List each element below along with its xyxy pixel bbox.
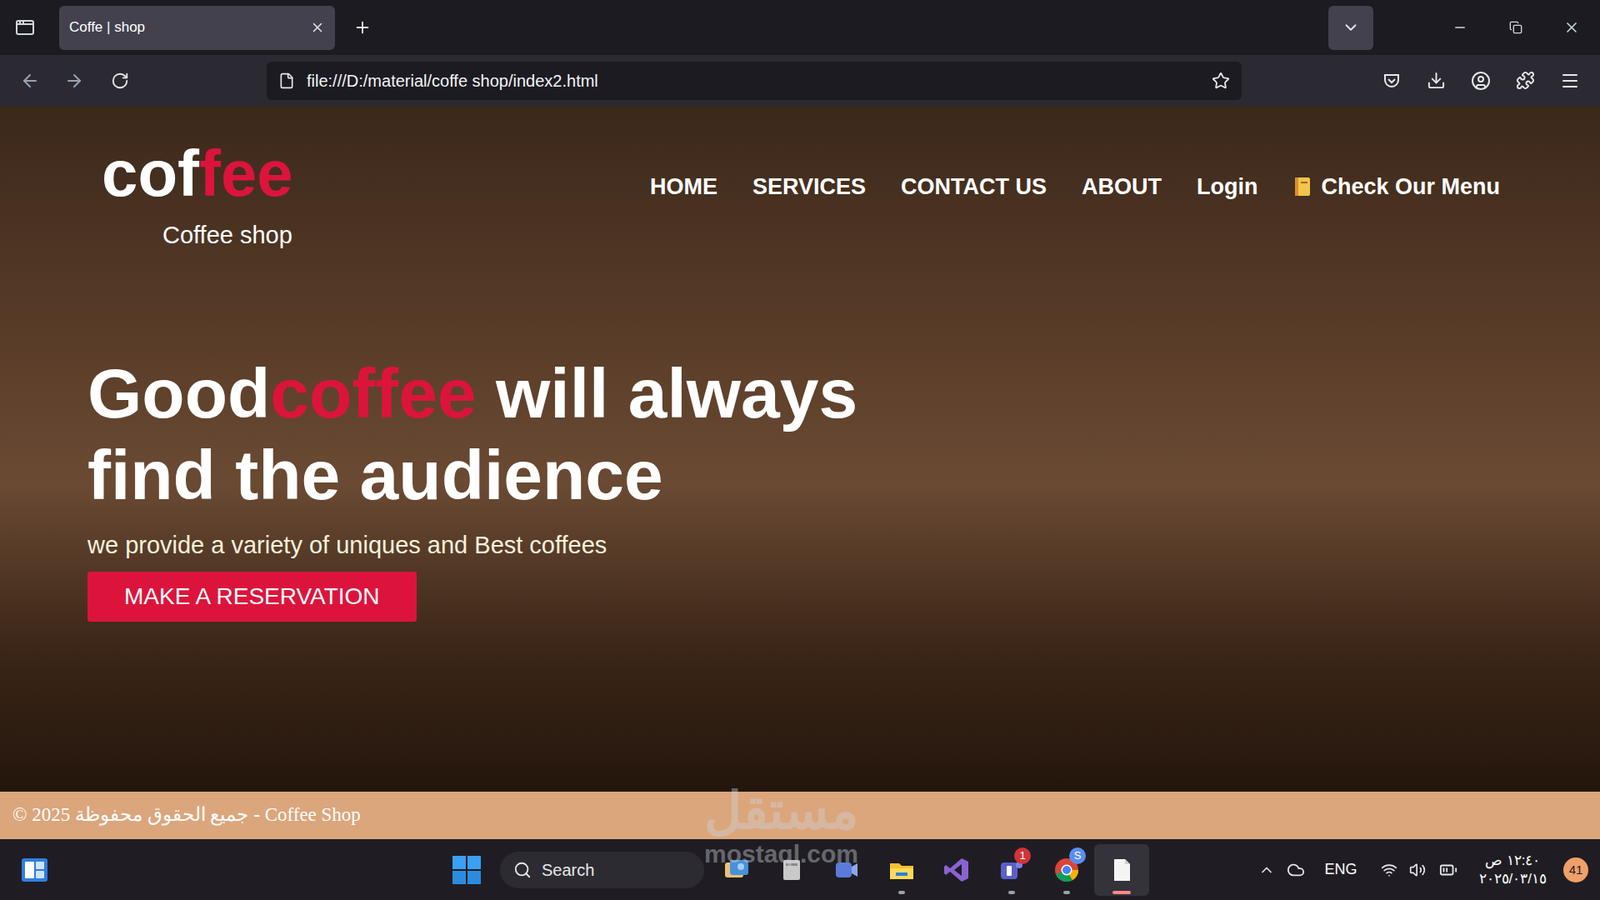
site-header: coffeeCoffee shopHOMESERVICESCONTACT USA… <box>0 105 1600 255</box>
screen: Coffe | shop file:///D:/material/coffe sh… <box>0 0 1600 900</box>
close-tab-icon[interactable] <box>310 20 325 35</box>
hero-subtitle: we provide a variety of uniques and Best… <box>87 530 607 560</box>
tab-overflow-button[interactable] <box>1328 5 1374 50</box>
clock-time: ١٢:٤٠ ص <box>1485 851 1540 870</box>
menu-link[interactable]: Check Our Menu <box>1292 172 1500 201</box>
navigation-bar: file:///D:/material/coffe shop/index2.ht… <box>0 55 1600 106</box>
new-tab-icon[interactable] <box>353 18 372 37</box>
tab-list-icon[interactable] <box>15 17 35 38</box>
clock-date: ٢٠٢٥/٠٣/١٥ <box>1479 870 1547 889</box>
reload-icon[interactable] <box>110 71 130 90</box>
app-badge: S <box>1069 847 1086 865</box>
show-hidden-icons-icon[interactable] <box>1258 861 1275 879</box>
running-indicator <box>1063 890 1070 895</box>
taskbar: Search 1 S ENG ١٢:٤٠ ص٢٠٢٥/٠٣/١٥ 41 <box>0 839 1600 900</box>
account-icon[interactable] <box>1470 70 1491 91</box>
meet-app-icon <box>832 855 861 885</box>
hero-content: Goodcoffee will always find the audience… <box>0 352 1600 622</box>
download-icon[interactable] <box>1426 70 1446 90</box>
search-placeholder: Search <box>541 857 595 883</box>
notepad-app-icon <box>1107 855 1136 885</box>
clock[interactable]: ١٢:٤٠ ص٢٠٢٥/٠٣/١٥ <box>1479 851 1547 889</box>
forward-icon[interactable] <box>64 70 85 91</box>
heading-part: coffee <box>270 354 476 433</box>
app-badge: 1 <box>1014 847 1031 865</box>
watermark: مستقلmostaql.com <box>704 781 859 869</box>
footer-text: © 2025 جميع الحقوق محفوظة - Coffee Shop <box>12 800 361 830</box>
taskbar-center: Search 1 S <box>451 844 1150 896</box>
folder-app-icon <box>887 855 916 885</box>
bookmark-star-icon[interactable] <box>1211 71 1230 90</box>
taskbar-app[interactable] <box>709 844 765 896</box>
notification-badge[interactable]: 41 <box>1563 857 1589 883</box>
watermark-site: mostaql.com <box>704 840 859 869</box>
taskbar-search[interactable]: Search <box>500 851 705 889</box>
visual-studio-app-icon <box>942 855 971 885</box>
onedrive-icon[interactable] <box>1286 860 1305 880</box>
pocket-icon[interactable] <box>1381 70 1402 91</box>
taskbar-app[interactable] <box>1094 844 1150 896</box>
taskbar-app[interactable] <box>874 844 930 896</box>
logo-accent: fee <box>199 136 294 210</box>
site-logo[interactable]: coffeeCoffee shop <box>101 140 294 255</box>
reservation-button[interactable]: MAKE A RESERVATION <box>87 571 417 622</box>
taskbar-app[interactable] <box>764 844 820 896</box>
nav-link[interactable]: SERVICES <box>752 172 866 201</box>
url-field[interactable]: file:///D:/material/coffe shop/index2.ht… <box>266 61 1242 100</box>
widgets-icon[interactable] <box>20 856 50 884</box>
language-indicator[interactable]: ENG <box>1325 858 1358 881</box>
nav-link[interactable]: Login <box>1196 172 1258 201</box>
restore-icon[interactable] <box>1509 20 1523 35</box>
start-icon[interactable] <box>451 855 482 885</box>
close-window-icon[interactable] <box>1563 19 1580 36</box>
window-controls <box>1431 19 1600 36</box>
chevron-down-icon <box>1341 18 1360 37</box>
taskbar-app[interactable] <box>929 844 985 896</box>
taskbar-app[interactable]: 1 <box>984 844 1040 896</box>
menu-icon[interactable] <box>1560 70 1580 91</box>
site-footer: © 2025 جميع الحقوق محفوظة - Coffee Shop <box>0 791 1600 840</box>
taskbar-app[interactable] <box>819 844 875 896</box>
watermark-logo: مستقل <box>704 781 859 840</box>
notebook-icon <box>1292 175 1313 198</box>
back-icon[interactable] <box>20 70 40 91</box>
url-text: file:///D:/material/coffe shop/index2.ht… <box>306 68 599 94</box>
notebook-app-icon <box>777 855 806 885</box>
extensions-icon[interactable] <box>1515 70 1535 90</box>
volume-icon[interactable] <box>1409 861 1426 879</box>
nav-link[interactable]: HOME <box>650 172 718 201</box>
running-indicator <box>1008 890 1015 895</box>
nav-link[interactable]: ABOUT <box>1081 172 1162 201</box>
taskbar-app[interactable]: S <box>1039 844 1095 896</box>
wifi-icon[interactable] <box>1380 861 1398 879</box>
search-icon <box>513 860 532 880</box>
page-icon <box>278 72 295 90</box>
site-nav: HOME SERVICES CONTACT US ABOUT Login Check Ou… <box>650 172 1500 201</box>
heading-part: Good <box>87 354 270 433</box>
running-indicator <box>1112 890 1131 895</box>
minimize-icon[interactable] <box>1452 20 1468 35</box>
battery-icon[interactable] <box>1439 860 1458 880</box>
nav-link[interactable]: CONTACT US <box>900 172 1047 201</box>
logo-tagline: Coffee shop <box>162 217 294 255</box>
hero-heading: Goodcoffee will always find the audience <box>87 352 888 516</box>
tab-strip: Coffe | shop <box>0 0 1600 55</box>
gallery-app-icon <box>722 855 751 885</box>
logo-first: cof <box>101 136 200 210</box>
browser-tab[interactable]: Coffe | shop <box>59 5 335 50</box>
hero-section: coffeeCoffee shopHOMESERVICESCONTACT USA… <box>0 105 1600 792</box>
running-indicator <box>898 890 905 895</box>
system-tray: ENG ١٢:٤٠ ص٢٠٢٥/٠٣/١٥ 41 <box>1258 851 1600 889</box>
tab-title: Coffe | shop <box>69 16 145 39</box>
